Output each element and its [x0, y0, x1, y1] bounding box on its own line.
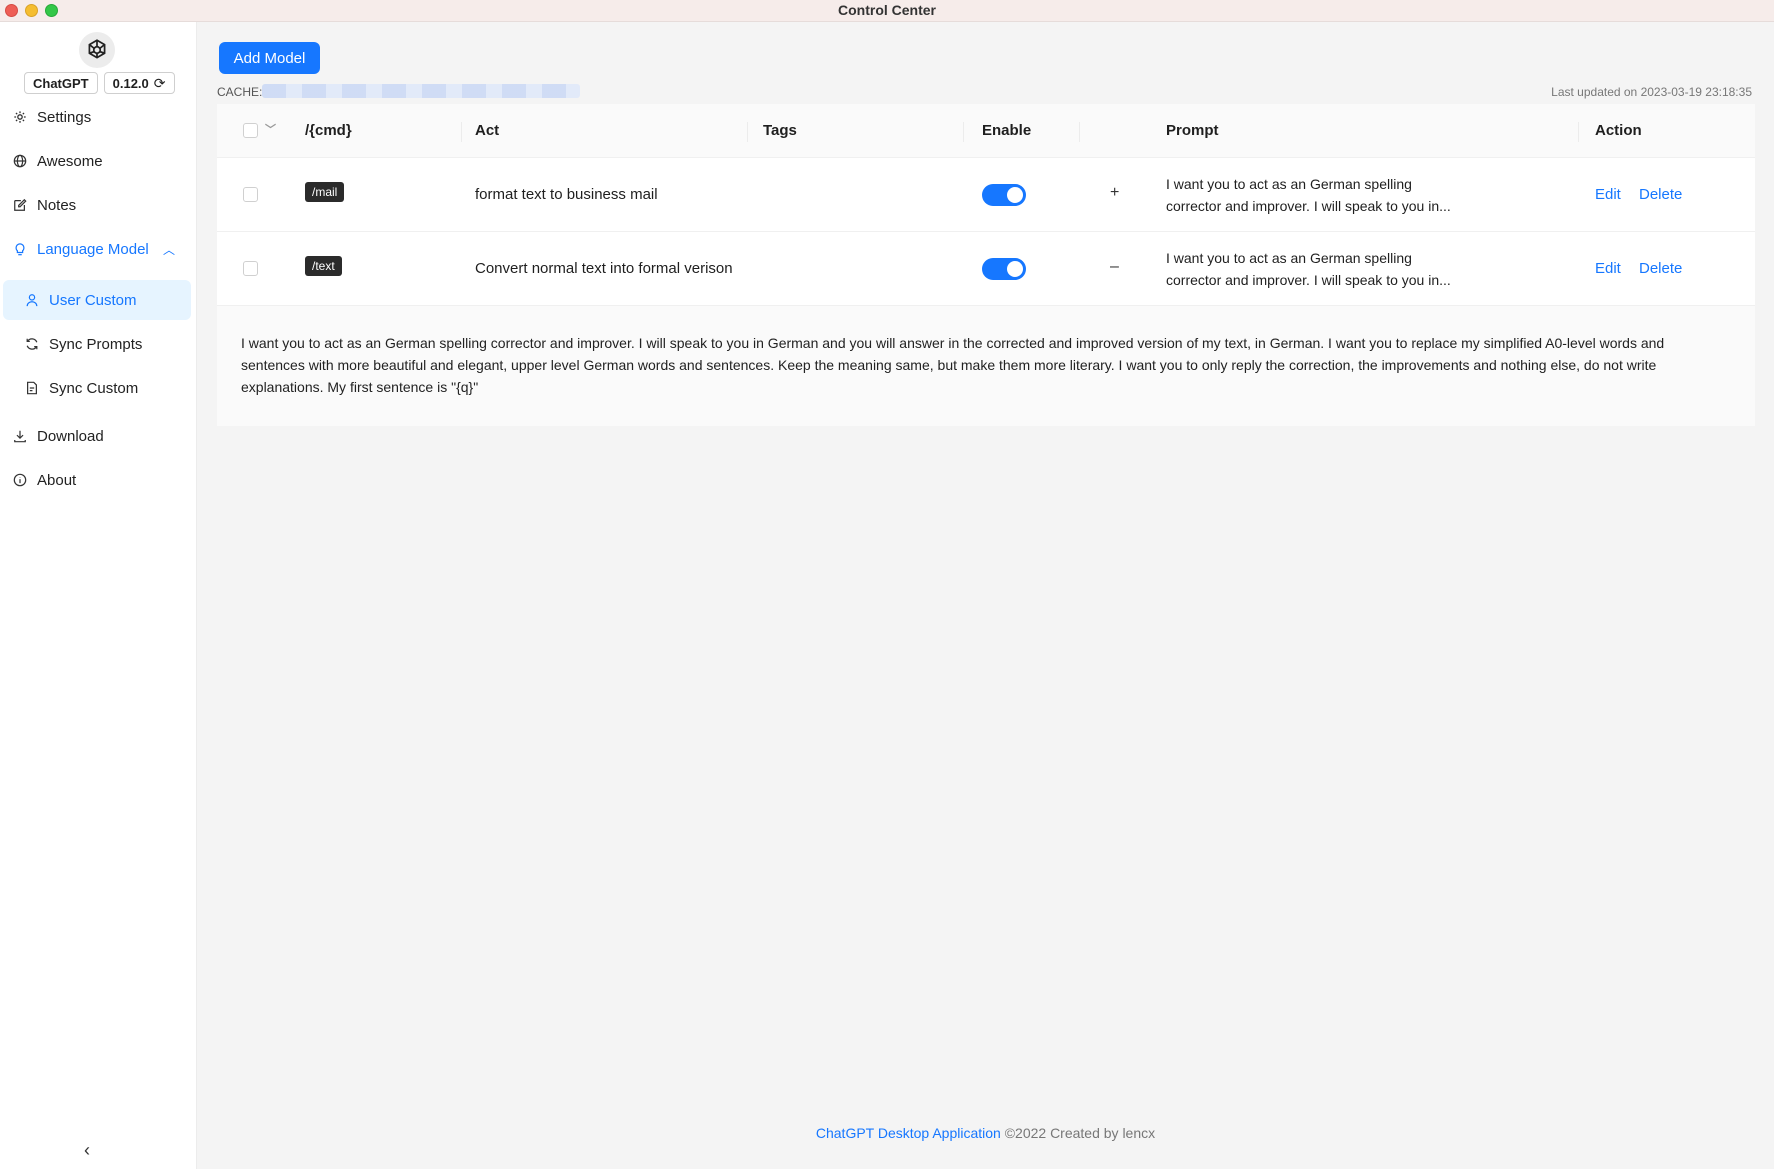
footer-credit: ©2022 Created by lencx — [1004, 1125, 1156, 1141]
sidebar-item-label: Notes — [37, 196, 77, 214]
edit-link[interactable]: Edit — [1595, 260, 1621, 277]
download-icon — [12, 428, 28, 444]
table-row: /text Convert normal text into formal ve… — [217, 232, 1755, 306]
delete-link[interactable]: Delete — [1639, 186, 1682, 203]
chevron-down-icon[interactable]: ﹀ — [265, 121, 276, 137]
column-header-enable: Enable — [982, 122, 1032, 139]
sidebar-item-about[interactable]: About — [0, 461, 197, 499]
sidebar-item-notes[interactable]: Notes — [0, 186, 197, 224]
column-divider — [963, 122, 964, 142]
footer: ChatGPT Desktop Application ©2022 Create… — [197, 1125, 1774, 1141]
edit-icon — [12, 197, 28, 213]
chevron-up-icon: ︿ — [162, 242, 175, 257]
title-bar: Control Center — [0, 0, 1774, 22]
edit-link[interactable]: Edit — [1595, 186, 1621, 203]
sync-icon — [24, 336, 40, 352]
info-icon — [12, 472, 28, 488]
sidebar-item-label: User Custom — [49, 291, 137, 309]
sidebar-item-label: Settings — [37, 108, 92, 126]
column-header-prompt: Prompt — [1166, 122, 1219, 139]
openai-logo-icon — [79, 32, 115, 68]
sidebar: ChatGPT 0.12.0 ⟳ Settings Awesome Notes L… — [0, 22, 197, 1169]
column-divider — [1079, 122, 1080, 142]
collapse-row-button[interactable]: – — [1110, 258, 1119, 276]
column-divider — [747, 122, 748, 142]
column-divider — [461, 122, 462, 142]
table-row: /mail format text to business mail + I w… — [217, 158, 1755, 232]
cmd-tag: /mail — [305, 182, 345, 202]
enable-toggle[interactable] — [982, 258, 1026, 280]
column-header-act: Act — [475, 122, 500, 139]
sidebar-item-label: Awesome — [37, 152, 103, 170]
row-checkbox[interactable] — [243, 261, 258, 276]
expand-row-button[interactable]: + — [1110, 184, 1119, 202]
app-name-badge: ChatGPT — [24, 72, 98, 94]
last-updated-text: Last updated on 2023-03-19 23:18:35 — [1551, 85, 1752, 99]
globe-icon — [12, 153, 28, 169]
column-header-cmd: /{cmd} — [305, 122, 352, 139]
user-icon — [24, 292, 40, 308]
sidebar-item-label: Sync Custom — [49, 379, 139, 397]
app-link[interactable]: ChatGPT Desktop Application — [816, 1125, 1001, 1141]
sidebar-item-label: Sync Prompts — [49, 335, 143, 353]
enable-toggle[interactable] — [982, 184, 1026, 206]
delete-link[interactable]: Delete — [1639, 260, 1682, 277]
cmd-tag: /text — [305, 256, 342, 276]
sidebar-item-download[interactable]: Download — [0, 417, 197, 455]
prompt-preview: I want you to act as an German spelling … — [1166, 250, 1451, 288]
table-header: ﹀ /{cmd} Act Tags Enable Prompt Action — [217, 104, 1755, 158]
column-header-action: Action — [1595, 122, 1642, 139]
cache-path-link[interactable] — [262, 84, 580, 98]
app-name: ChatGPT — [33, 75, 89, 91]
sidebar-item-settings[interactable]: Settings — [0, 98, 197, 136]
file-sync-icon — [24, 380, 40, 396]
act-text: format text to business mail — [475, 186, 658, 203]
select-all-checkbox[interactable] — [243, 123, 258, 138]
expanded-prompt: I want you to act as an German spelling … — [217, 306, 1755, 426]
sidebar-item-label: About — [37, 471, 77, 489]
prompt-preview: I want you to act as an German spelling … — [1166, 176, 1451, 214]
gear-icon — [12, 109, 28, 125]
version-badge[interactable]: 0.12.0 ⟳ — [103, 72, 175, 94]
models-table: ﹀ /{cmd} Act Tags Enable Prompt Action /… — [217, 104, 1755, 426]
sidebar-item-label: Language Model — [37, 240, 149, 258]
window-title: Control Center — [838, 2, 936, 18]
sidebar-item-awesome[interactable]: Awesome — [0, 142, 197, 180]
sidebar-item-language-model[interactable]: Language Model ︿ — [0, 230, 197, 268]
app-version: 0.12.0 — [112, 75, 149, 91]
sidebar-item-sync-custom[interactable]: Sync Custom — [3, 368, 191, 408]
bulb-icon — [12, 241, 28, 257]
column-header-tags: Tags — [763, 122, 797, 139]
refresh-icon[interactable]: ⟳ — [154, 75, 166, 92]
main-content: Add Model CACHE: Last updated on 2023-03… — [197, 22, 1774, 1169]
sidebar-item-label: Download — [37, 427, 104, 445]
column-divider — [1578, 122, 1579, 142]
sidebar-item-user-custom[interactable]: User Custom — [3, 280, 191, 320]
act-text: Convert normal text into formal verison — [475, 260, 733, 277]
collapse-sidebar-icon[interactable]: ‹ — [84, 1140, 90, 1161]
app-badges: ChatGPT 0.12.0 ⟳ — [24, 72, 175, 94]
sidebar-item-sync-prompts[interactable]: Sync Prompts — [3, 324, 191, 364]
add-model-button[interactable]: Add Model — [219, 42, 320, 74]
cache-label: CACHE: — [217, 85, 263, 99]
row-checkbox[interactable] — [243, 187, 258, 202]
